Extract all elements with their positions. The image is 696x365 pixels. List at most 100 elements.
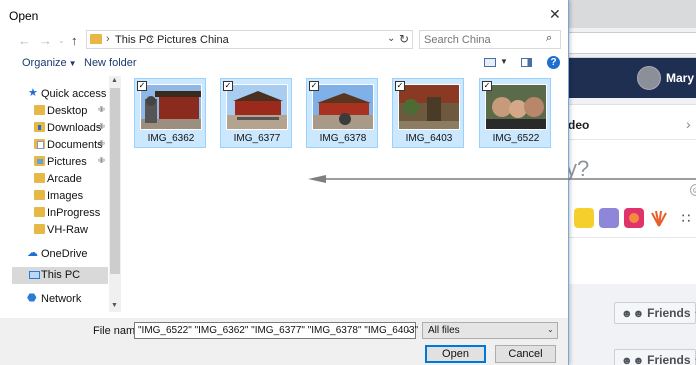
file-type-value: All files — [428, 325, 460, 336]
sticker-icon[interactable] — [624, 208, 644, 228]
refresh-icon[interactable]: ↻ — [399, 32, 409, 46]
folder-icon — [34, 190, 45, 200]
sidebar-item-inprogress[interactable]: InProgress — [12, 205, 108, 222]
pin-icon[interactable]: ✙ — [98, 105, 105, 114]
checkbox[interactable]: ✓ — [482, 81, 492, 91]
close-icon[interactable]: ✕ — [549, 6, 561, 23]
sticker-icon[interactable] — [599, 208, 619, 228]
file-tile[interactable]: ✓ IMG_6377 — [220, 78, 292, 148]
chevron-right-icon: › — [149, 33, 153, 45]
checkbox[interactable]: ✓ — [395, 81, 405, 91]
avatar[interactable] — [637, 66, 661, 90]
documents-folder-icon — [34, 139, 45, 149]
breadcrumb-pictures[interactable]: Pictures — [157, 34, 197, 46]
sidebar-item-network[interactable]: ⬣ Network — [12, 291, 108, 308]
folder-icon — [34, 173, 45, 183]
checkbox[interactable]: ✓ — [223, 81, 233, 91]
open-button[interactable]: Open — [425, 345, 486, 363]
star-icon: ★ — [28, 87, 38, 99]
chevron-down-icon[interactable]: ⌄ — [387, 33, 395, 44]
dialog-titlebar[interactable]: Open ✕ — [0, 0, 568, 30]
sticker-icon[interactable] — [649, 208, 669, 228]
recent-locations-icon[interactable]: ⌄ — [58, 36, 65, 45]
image-thumbnail — [485, 84, 547, 130]
downloads-folder-icon — [34, 122, 45, 132]
sticker-icon[interactable] — [574, 208, 594, 228]
pin-icon[interactable]: ✙ — [98, 139, 105, 148]
scroll-down-icon[interactable]: ▼ — [111, 302, 118, 309]
emoji-icon[interactable]: ☺ — [690, 184, 696, 196]
sidebar-item-label: InProgress — [47, 207, 101, 219]
sidebar-item-onedrive[interactable]: ☁ OneDrive — [12, 246, 108, 263]
file-list: ✓ IMG_6362 ✓ IMG_6377 ✓ IMG_6378 ✓ IMG_6… — [124, 76, 568, 312]
help-icon[interactable]: ? — [547, 56, 560, 69]
navigation-scrollbar[interactable]: ▲ ▼ — [109, 76, 121, 312]
organize-button[interactable]: Organize ▼ — [22, 57, 77, 69]
user-name[interactable]: Mary — [666, 71, 694, 85]
friends-dropdown[interactable]: ☻☻Friends▼ — [614, 302, 696, 324]
scrollbar-thumb[interactable] — [110, 88, 120, 274]
back-arrow-icon[interactable]: ← — [18, 33, 31, 48]
sidebar-item-downloads[interactable]: Downloads ✙ — [12, 120, 108, 137]
sidebar-item-label: Downloads — [47, 122, 102, 134]
sidebar-item-this-pc[interactable]: This PC — [12, 267, 108, 284]
checkbox[interactable]: ✓ — [309, 81, 319, 91]
change-view-icon[interactable] — [484, 58, 496, 67]
file-tile[interactable]: ✓ IMG_6522 — [479, 78, 551, 148]
folder-icon — [34, 105, 45, 115]
chevron-down-icon[interactable]: ⌄ — [547, 325, 554, 334]
caret-down-icon: ▼ — [68, 59, 77, 68]
scroll-up-icon[interactable]: ▲ — [111, 77, 118, 84]
file-name-value[interactable]: "IMG_6522" "IMG_6362" "IMG_6377" "IMG_63… — [138, 325, 418, 336]
chevron-down-icon[interactable]: ⌄ — [405, 325, 412, 334]
pin-icon[interactable]: ✙ — [98, 156, 105, 165]
address-bar[interactable]: › This PC › Pictures › China ⌄ ↻ — [86, 30, 413, 49]
pictures-folder-icon — [34, 156, 45, 166]
command-bar: Organize ▼ New folder ▼ ? — [0, 53, 568, 75]
image-thumbnail — [398, 84, 460, 130]
address-field[interactable] — [560, 32, 696, 54]
checkbox[interactable]: ✓ — [137, 81, 147, 91]
file-tile[interactable]: ✓ IMG_6362 — [134, 78, 206, 148]
image-thumbnail — [140, 84, 202, 130]
chevron-right-icon: › — [106, 33, 110, 45]
dialog-footer: File name: "IMG_6522" "IMG_6362" "IMG_63… — [0, 318, 568, 365]
up-arrow-icon[interactable]: ↑ — [71, 33, 78, 48]
file-name: IMG_6362 — [147, 133, 195, 144]
file-type-select[interactable]: All files ⌄ — [422, 322, 558, 339]
sidebar-item-quick-access[interactable]: ★ Quick access — [12, 86, 108, 103]
computer-icon — [29, 271, 40, 279]
forward-arrow-icon[interactable]: → — [39, 33, 52, 48]
pin-icon[interactable]: ✙ — [98, 122, 105, 131]
file-tile[interactable]: ✓ IMG_6403 — [392, 78, 464, 148]
sidebar-item-vh-raw[interactable]: VH-Raw — [12, 222, 108, 239]
sidebar-item-pictures[interactable]: Pictures ✙ — [12, 154, 108, 171]
people-icon: ☻☻ — [621, 355, 645, 365]
search-icon[interactable]: ⌕ — [546, 32, 552, 45]
search-box[interactable]: ⌕ — [419, 30, 561, 49]
sidebar-item-label: Arcade — [47, 173, 82, 185]
file-name-field[interactable]: "IMG_6522" "IMG_6362" "IMG_6377" "IMG_63… — [134, 322, 418, 339]
search-input[interactable] — [424, 33, 534, 47]
friends-dropdown[interactable]: ☻☻Friends▼ — [614, 349, 696, 365]
divider — [560, 139, 696, 140]
navigation-pane: ★ Quick access Desktop ✙ Downloads ✙ Doc… — [12, 76, 108, 312]
divider — [560, 237, 696, 238]
caret-down-icon[interactable]: ▼ — [500, 57, 508, 66]
sidebar-item-images[interactable]: Images — [12, 188, 108, 205]
friends-label: Friends — [647, 353, 691, 365]
image-thumbnail — [226, 84, 288, 130]
file-tile[interactable]: ✓ IMG_6378 — [306, 78, 378, 148]
preview-pane-icon[interactable] — [521, 58, 532, 67]
more-icon[interactable]: ∷ — [676, 208, 696, 228]
folder-icon — [90, 34, 102, 44]
cancel-button[interactable]: Cancel — [495, 345, 556, 363]
sidebar-item-desktop[interactable]: Desktop ✙ — [12, 103, 108, 120]
close-icon[interactable]: › — [686, 116, 691, 132]
sidebar-item-arcade[interactable]: Arcade — [12, 171, 108, 188]
breadcrumb-china[interactable]: China — [200, 34, 229, 46]
new-folder-button[interactable]: New folder — [84, 57, 137, 69]
dialog-title: Open — [9, 9, 39, 23]
file-name: IMG_6403 — [405, 133, 453, 144]
sidebar-item-documents[interactable]: Documents ✙ — [12, 137, 108, 154]
